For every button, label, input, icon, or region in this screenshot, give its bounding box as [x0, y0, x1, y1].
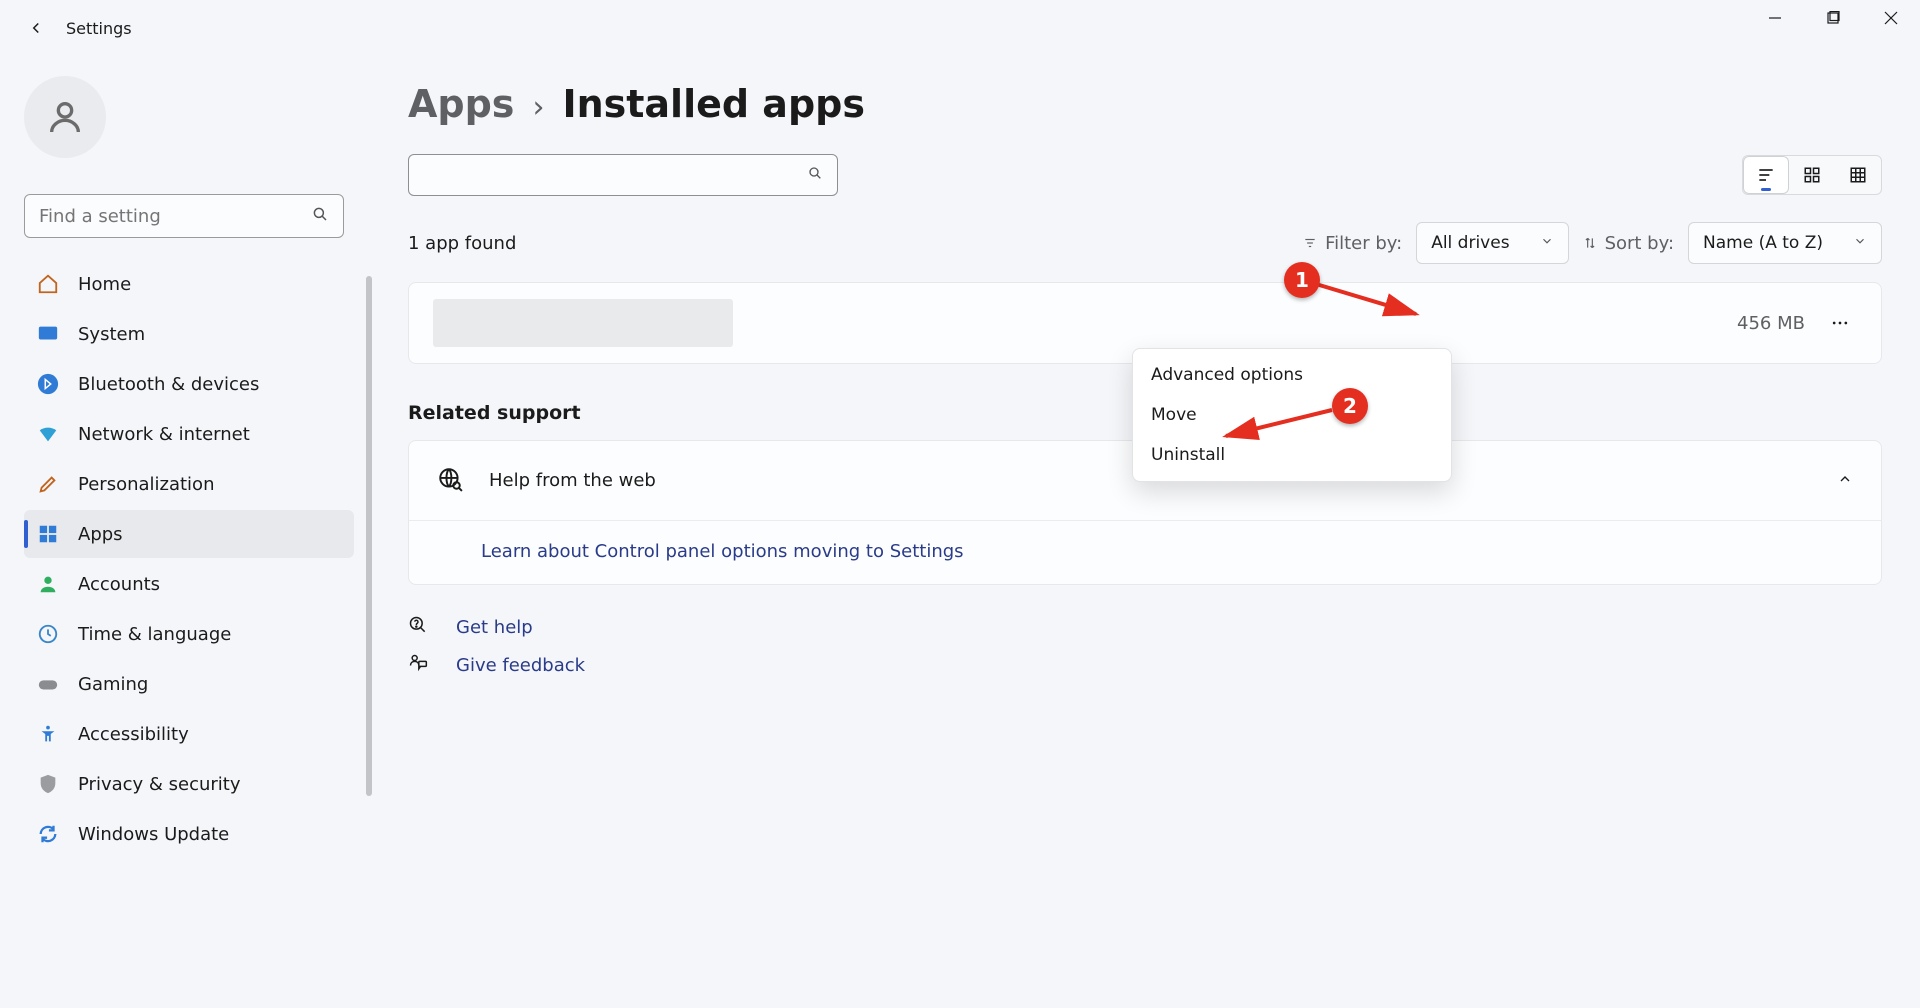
feedback-icon: [408, 653, 430, 677]
home-icon: [34, 270, 62, 298]
nav-gaming[interactable]: Gaming: [24, 660, 354, 708]
nav-label: System: [78, 324, 145, 345]
annotation-badge-1: 1: [1284, 262, 1320, 298]
app-name-placeholder: [433, 299, 733, 347]
nav-bluetooth[interactable]: Bluetooth & devices: [24, 360, 354, 408]
search-icon: [807, 165, 823, 185]
nav-label: Network & internet: [78, 424, 250, 445]
feedback-link[interactable]: Give feedback: [456, 655, 585, 676]
app-search-box[interactable]: [408, 154, 838, 196]
nav-apps[interactable]: Apps: [24, 510, 354, 558]
wifi-icon: [34, 420, 62, 448]
user-avatar[interactable]: [24, 76, 106, 158]
shield-icon: [34, 770, 62, 798]
nav-label: Apps: [78, 524, 123, 545]
clock-icon: [34, 620, 62, 648]
annotation-arrow-2: [1218, 404, 1338, 444]
main-content: Apps › Installed apps: [370, 56, 1920, 1008]
nav-accounts[interactable]: Accounts: [24, 560, 354, 608]
chevron-down-icon: [1853, 233, 1867, 253]
breadcrumb-parent[interactable]: Apps: [408, 82, 514, 126]
sort-label: Sort by:: [1583, 233, 1674, 254]
filter-dropdown[interactable]: All drives: [1416, 222, 1568, 264]
nav-home[interactable]: Home: [24, 260, 354, 308]
title-bar: Settings: [0, 0, 1920, 56]
sort-icon: [1583, 236, 1597, 250]
window-title: Settings: [66, 19, 132, 38]
breadcrumb: Apps › Installed apps: [408, 82, 1882, 126]
support-link[interactable]: Learn about Control panel options moving…: [481, 541, 964, 562]
system-icon: [34, 320, 62, 348]
result-count: 1 app found: [408, 233, 516, 254]
nav-list: Home System Bluetooth & devices Network …: [24, 260, 354, 858]
nav-accessibility[interactable]: Accessibility: [24, 710, 354, 758]
nav-windows-update[interactable]: Windows Update: [24, 810, 354, 858]
breadcrumb-separator: ›: [532, 90, 544, 125]
filter-icon: [1303, 236, 1317, 250]
brush-icon: [34, 470, 62, 498]
sort-dropdown[interactable]: Name (A to Z): [1688, 222, 1882, 264]
accessibility-icon: [34, 720, 62, 748]
find-setting-search[interactable]: [24, 194, 344, 238]
apps-icon: [34, 520, 62, 548]
filter-value: All drives: [1431, 233, 1509, 253]
support-link-row: Learn about Control panel options moving…: [409, 521, 1881, 584]
window-controls: [1746, 0, 1920, 36]
nav-personalization[interactable]: Personalization: [24, 460, 354, 508]
annotation-arrow-1: [1310, 274, 1430, 324]
nav-label: Accessibility: [78, 724, 189, 745]
search-icon: [311, 205, 329, 227]
nav-label: Home: [78, 274, 131, 295]
nav-label: Gaming: [78, 674, 148, 695]
chevron-up-icon[interactable]: [1837, 471, 1853, 491]
view-grid-button[interactable]: [1789, 156, 1835, 194]
nav-time-language[interactable]: Time & language: [24, 610, 354, 658]
maximize-button[interactable]: [1804, 0, 1862, 36]
menu-advanced-options[interactable]: Advanced options: [1133, 355, 1451, 395]
nav-system[interactable]: System: [24, 310, 354, 358]
get-help-link[interactable]: Get help: [456, 617, 533, 638]
help-icon: [408, 615, 430, 639]
gaming-icon: [34, 670, 62, 698]
nav-privacy[interactable]: Privacy & security: [24, 760, 354, 808]
get-help-row: Get help: [408, 615, 1882, 639]
feedback-row: Give feedback: [408, 653, 1882, 677]
sidebar: Home System Bluetooth & devices Network …: [0, 56, 370, 1008]
filter-label: Filter by:: [1303, 233, 1402, 254]
nav-network[interactable]: Network & internet: [24, 410, 354, 458]
chevron-down-icon: [1540, 233, 1554, 253]
bluetooth-icon: [34, 370, 62, 398]
nav-label: Time & language: [78, 624, 231, 645]
support-title: Help from the web: [489, 470, 656, 491]
minimize-button[interactable]: [1746, 0, 1804, 36]
nav-label: Personalization: [78, 474, 214, 495]
app-size: 456 MB: [1737, 313, 1805, 334]
sort-value: Name (A to Z): [1703, 233, 1823, 253]
view-tiles-button[interactable]: [1835, 156, 1881, 194]
globe-search-icon: [437, 466, 463, 496]
app-more-button[interactable]: [1823, 306, 1857, 340]
nav-label: Accounts: [78, 574, 160, 595]
update-icon: [34, 820, 62, 848]
close-button[interactable]: [1862, 0, 1920, 36]
view-toggle: [1742, 155, 1882, 195]
back-button[interactable]: [20, 12, 52, 44]
breadcrumb-current: Installed apps: [562, 82, 865, 126]
nav-label: Bluetooth & devices: [78, 374, 259, 395]
find-setting-input[interactable]: [39, 206, 311, 227]
nav-label: Privacy & security: [78, 774, 241, 795]
annotation-badge-2: 2: [1332, 388, 1368, 424]
accounts-icon: [34, 570, 62, 598]
nav-label: Windows Update: [78, 824, 229, 845]
view-list-button[interactable]: [1743, 156, 1789, 194]
